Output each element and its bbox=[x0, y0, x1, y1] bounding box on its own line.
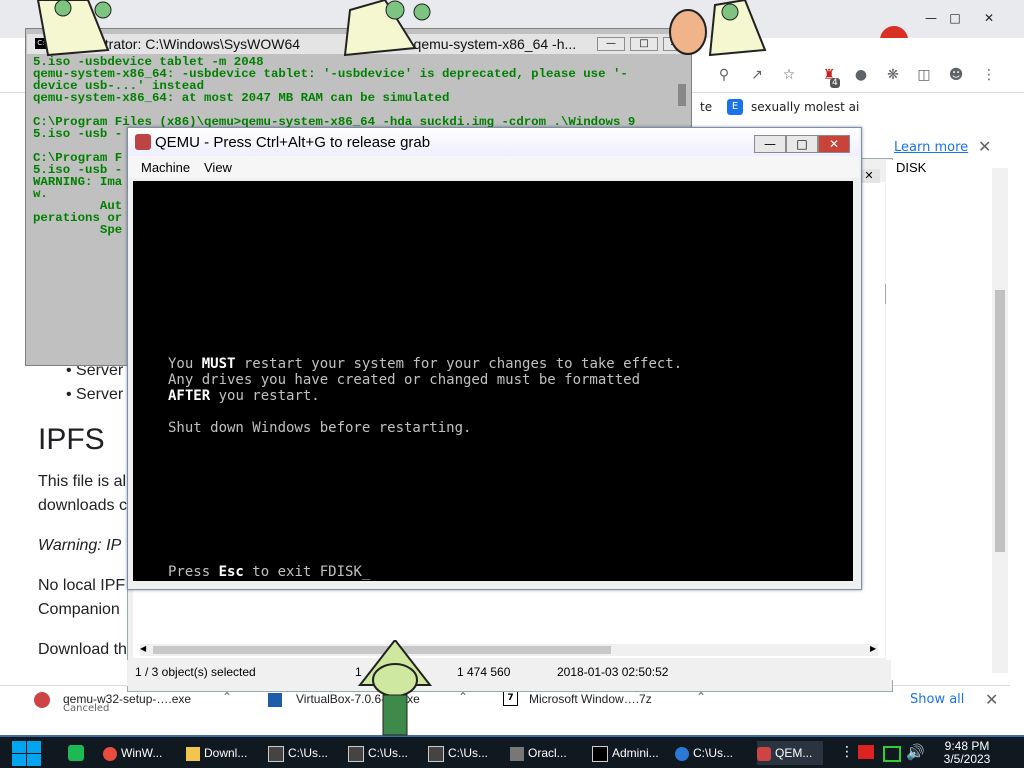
tray-overflow-icon[interactable]: ⋮ bbox=[840, 744, 854, 760]
app-pinned-icon[interactable] bbox=[68, 745, 84, 761]
bookmark-icon: E bbox=[727, 99, 743, 115]
side-label: DISK bbox=[896, 160, 927, 175]
warning-text: Warning: IP bbox=[38, 537, 122, 554]
minimize-button[interactable]: — bbox=[920, 9, 942, 27]
cmd-icon bbox=[592, 745, 608, 762]
clock-date: 3/5/2023 bbox=[943, 752, 991, 766]
puzzle-icon[interactable]: ❋ bbox=[884, 66, 902, 84]
windows-logo-icon bbox=[12, 741, 26, 753]
list-item[interactable]: • Server bbox=[66, 386, 123, 404]
sticker-character-image bbox=[343, 0, 431, 57]
sidepanel-icon[interactable]: ◫ bbox=[915, 66, 933, 84]
taskbar-item[interactable]: Oracl... bbox=[510, 741, 580, 765]
menu-view[interactable]: View bbox=[204, 160, 232, 175]
show-all-button[interactable]: Show all bbox=[910, 692, 964, 707]
network-icon[interactable] bbox=[883, 746, 901, 762]
menu-icon[interactable]: ⋮ bbox=[980, 66, 998, 84]
page-heading: IPFS bbox=[38, 423, 105, 456]
ie-icon bbox=[675, 746, 689, 761]
taskbar-item[interactable]: Downl... bbox=[186, 741, 256, 765]
taskbar-item[interactable]: C:\Us... bbox=[428, 741, 498, 765]
star-icon[interactable]: ☆ bbox=[780, 66, 798, 84]
7zip-icon bbox=[268, 745, 284, 762]
maximize-button[interactable]: □ bbox=[630, 37, 658, 51]
windows-logo-icon bbox=[27, 741, 41, 753]
cmd-scrollbar-thumb[interactable] bbox=[678, 84, 686, 106]
paragraph-text: This file is al bbox=[38, 473, 127, 490]
minimize-button[interactable]: — bbox=[597, 37, 625, 51]
scroll-left-icon[interactable]: ◀ bbox=[140, 644, 146, 653]
flag-icon[interactable] bbox=[858, 745, 874, 759]
bookmark-link[interactable]: sexually molest ai bbox=[751, 100, 859, 114]
menu-machine[interactable]: Machine bbox=[141, 160, 190, 175]
status-date: 2018-01-03 02:50:52 bbox=[557, 665, 669, 679]
volume-icon[interactable]: 🔊 bbox=[906, 743, 925, 761]
close-button[interactable]: ✕ bbox=[978, 9, 1000, 27]
sticker-character-image bbox=[669, 0, 767, 57]
qemu-file-icon bbox=[34, 692, 50, 708]
taskbar-item-active[interactable]: QEM... bbox=[757, 741, 823, 765]
maximize-button[interactable]: □ bbox=[944, 9, 966, 27]
close-button[interactable]: ✕ bbox=[818, 135, 850, 153]
learn-more-link[interactable]: Learn more bbox=[894, 140, 968, 155]
paragraph-text: No local IPF bbox=[38, 577, 126, 594]
status-size: 1 474 560 bbox=[457, 665, 511, 679]
chevron-up-icon[interactable]: ⌃ bbox=[222, 690, 232, 704]
search-icon[interactable]: ⚲ bbox=[715, 66, 733, 84]
7zip-icon bbox=[348, 745, 364, 762]
qemu-menubar bbox=[128, 156, 859, 178]
close-icon[interactable]: ✕ bbox=[978, 137, 991, 156]
extension-badge: 4 bbox=[830, 78, 840, 88]
7zip-icon bbox=[428, 745, 444, 762]
sticker-character-image bbox=[357, 640, 433, 736]
dos-prompt: Press Esc to exit FDISK_ bbox=[168, 564, 371, 580]
paragraph-text: downloads c bbox=[38, 497, 127, 514]
taskbar-item[interactable]: WinW... bbox=[103, 741, 173, 765]
bookmark-fragment[interactable]: te bbox=[700, 100, 712, 114]
maximize-button[interactable]: □ bbox=[786, 135, 818, 153]
explorer-side-panel bbox=[886, 160, 966, 680]
taskbar-item[interactable]: Admini... bbox=[592, 741, 664, 765]
status-selected: 1 / 3 object(s) selected bbox=[135, 665, 256, 679]
minimize-button[interactable]: — bbox=[754, 135, 786, 153]
taskbar-item[interactable]: C:\Us... bbox=[348, 741, 418, 765]
download-item-status: Canceled bbox=[63, 703, 110, 714]
qemu-title: QEMU - Press Ctrl+Alt+G to release grab bbox=[155, 134, 431, 151]
extension-avatar-icon[interactable]: ● bbox=[852, 66, 870, 84]
windows-logo-icon bbox=[12, 754, 26, 766]
taskbar-item[interactable]: C:\Us... bbox=[268, 741, 338, 765]
start-button[interactable] bbox=[10, 740, 42, 766]
sticker-character-image bbox=[36, 0, 112, 57]
dos-line: Shut down Windows before restarting. bbox=[168, 420, 472, 436]
folder-icon bbox=[186, 746, 200, 761]
scrollbar-thumb[interactable] bbox=[995, 290, 1005, 552]
qemu-icon bbox=[135, 134, 151, 150]
clock[interactable]: 9:48 PM 3/5/2023 bbox=[932, 740, 1002, 766]
paragraph-text: Companion bbox=[38, 601, 120, 618]
taskbar-item[interactable]: C:\Us... bbox=[675, 741, 747, 765]
close-icon[interactable]: ✕ bbox=[985, 690, 998, 709]
windows-logo-icon bbox=[27, 754, 41, 766]
console-line: qemu-system-x86_64: at most 2047 MB RAM … bbox=[33, 91, 450, 105]
qemu-icon bbox=[757, 746, 771, 761]
7z-file-icon: 7 bbox=[503, 691, 518, 706]
paragraph-text: Download th bbox=[38, 641, 127, 658]
chevron-up-icon[interactable]: ⌃ bbox=[458, 690, 468, 704]
dos-line: You MUST restart your system for your ch… bbox=[168, 356, 683, 372]
download-item-name[interactable]: Microsoft Window….7z bbox=[529, 692, 652, 706]
dos-line: Any drives you have created or changed m… bbox=[168, 372, 641, 388]
profile-icon[interactable]: ☻ bbox=[947, 66, 965, 84]
virtualbox-file-icon bbox=[268, 693, 282, 707]
scroll-right-icon[interactable]: ▶ bbox=[870, 644, 876, 653]
chevron-up-icon[interactable]: ⌃ bbox=[696, 690, 706, 704]
virtualbox-icon bbox=[510, 746, 524, 761]
dos-line: AFTER you restart. bbox=[168, 388, 320, 404]
share-icon[interactable]: ↗ bbox=[748, 66, 766, 84]
chrome-icon bbox=[103, 746, 117, 761]
